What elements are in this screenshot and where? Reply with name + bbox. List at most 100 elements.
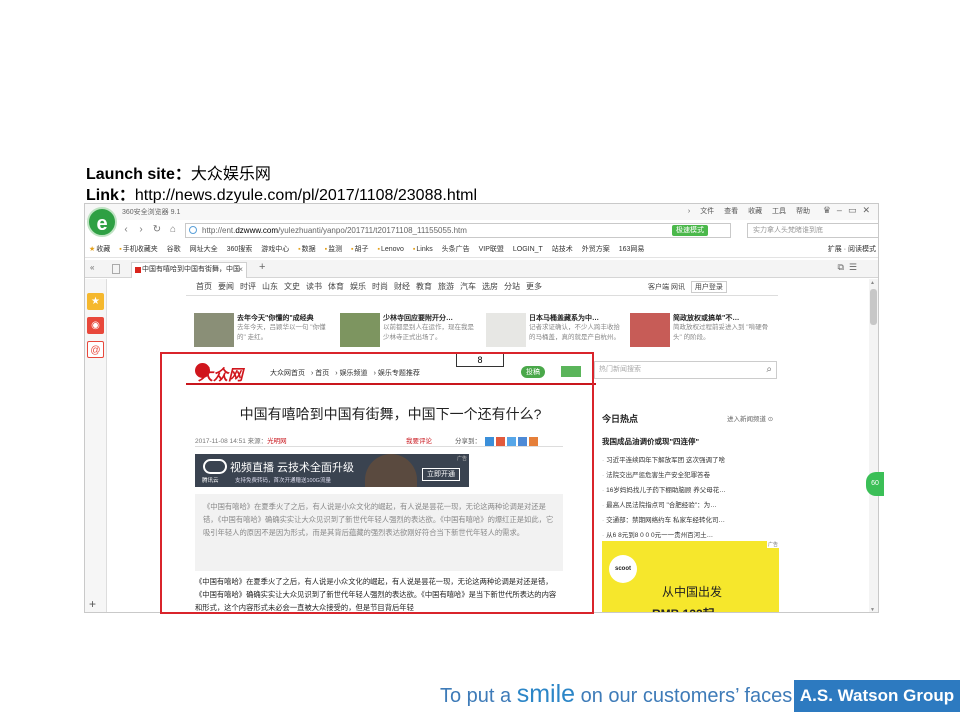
- feedback-float-icon[interactable]: 60: [866, 472, 884, 496]
- folder-icon: ▪: [351, 246, 354, 253]
- tab-menu-icon[interactable]: ☰: [849, 262, 862, 272]
- tab-label: 中国有嘻哈到中国有街舞，中国: [142, 266, 240, 273]
- site-nav-item[interactable]: 财经: [394, 282, 410, 291]
- slogan-smile: smile: [516, 680, 576, 708]
- address-bar[interactable]: http://ent.dzwww.com/yulezhuanti/yanpo/2…: [185, 223, 731, 238]
- menu-favorites[interactable]: 收藏: [748, 208, 762, 215]
- bookmark-vip[interactable]: VIP联盟: [479, 242, 504, 258]
- site-nav-item[interactable]: 山东: [262, 282, 278, 291]
- maximize-icon[interactable]: ▭: [848, 205, 863, 215]
- vertical-scrollbar[interactable]: ▲ ▼: [869, 279, 878, 612]
- weibo-icon[interactable]: ◉: [87, 317, 104, 334]
- fast-mode-button[interactable]: 极速模式: [672, 225, 708, 236]
- tab-article[interactable]: 中国有嘻哈到中国有街舞，中国 ×: [131, 262, 247, 278]
- new-tab-icon[interactable]: +: [259, 261, 265, 273]
- bookmark-toutiao[interactable]: 头条广告: [442, 242, 470, 258]
- bookmark-360search[interactable]: 360搜索: [227, 242, 253, 258]
- site-nav-item[interactable]: 时评: [240, 282, 256, 291]
- sidebar-add-icon[interactable]: +: [89, 597, 96, 611]
- user-login-button[interactable]: 用户登录: [690, 281, 727, 293]
- scroll-down-icon[interactable]: ▼: [870, 607, 875, 612]
- site-nav-item[interactable]: 文史: [284, 282, 300, 291]
- bookmark-huzi[interactable]: ▪胡子: [351, 242, 368, 258]
- email-icon[interactable]: @: [87, 341, 104, 358]
- bookmark-links[interactable]: ▪Links: [413, 242, 433, 258]
- client-link[interactable]: 客户端: [648, 284, 669, 291]
- bookmark-mobile[interactable]: ▪手机收藏夹: [119, 242, 157, 258]
- site-nav-item[interactable]: 汽车: [460, 282, 476, 291]
- site-nav-item[interactable]: 时尚: [372, 282, 388, 291]
- site-nav-item[interactable]: 选房: [482, 282, 498, 291]
- network-link[interactable]: 网讯: [671, 284, 685, 291]
- bookmark-games[interactable]: 游戏中心: [261, 242, 289, 258]
- folder-icon: ▪: [412, 246, 416, 253]
- site-nav-item[interactable]: 娱乐: [350, 282, 366, 291]
- hot-news-item[interactable]: 最高人民法院指点司 "合肥经验"：为…: [602, 498, 772, 513]
- title-bar: 360安全浏览器 9.1 › 文件 查看 收藏 工具 帮助 ♛–▭✕: [85, 204, 878, 220]
- menu-file[interactable]: 文件: [700, 208, 714, 215]
- site-nav-item[interactable]: 分站: [504, 282, 520, 291]
- refresh-icon[interactable]: ↻: [150, 223, 164, 237]
- scroll-up-icon[interactable]: ▲: [870, 280, 875, 286]
- home-icon[interactable]: ⌂: [166, 223, 180, 237]
- site-nav-item[interactable]: 体育: [328, 282, 344, 291]
- folder-icon: ▪: [119, 246, 122, 253]
- ad-headline: 从中国出发: [662, 585, 723, 599]
- navigation-row: ‹ › ↻ ⌂ http://ent.dzwww.com/yulezhuanti…: [119, 222, 878, 240]
- bookmark-tech[interactable]: 站技术: [552, 242, 573, 258]
- favorites-star-icon[interactable]: ★: [87, 293, 104, 310]
- promo-item[interactable]: 简政放权或搞单"不… 简政放权过程前妥进入到 "啃硬骨头" 的阶段。: [630, 313, 770, 349]
- search-icon[interactable]: ⌕: [766, 362, 772, 378]
- bookmark-lenovo[interactable]: ▪Lenovo: [377, 242, 403, 258]
- bookmark-favorites[interactable]: ★收藏: [89, 242, 110, 258]
- menu-view[interactable]: 查看: [724, 208, 738, 215]
- hot-news-lead[interactable]: 我国成品油调价或现"四连停": [602, 436, 699, 447]
- news-channel-link[interactable]: 进入新闻频道 ⊙: [727, 413, 773, 423]
- promo-item[interactable]: 去年今天"你懂的"成经典 去年今天，吕颖华以一句 "你懂的" 走红。: [194, 313, 334, 349]
- site-nav-item[interactable]: 旅游: [438, 282, 454, 291]
- site-nav-item[interactable]: 要闻: [218, 282, 234, 291]
- hot-news-item[interactable]: 法院交出严惩危害生产安全犯罪答卷: [602, 468, 772, 483]
- promo-item[interactable]: 少林寺回应要附开分… 以前都是别人在运作，现在我是少林寺正式出场了。: [340, 313, 480, 349]
- site-nav-item[interactable]: 首页: [196, 282, 212, 291]
- bookmark-hao[interactable]: 网址大全: [190, 242, 218, 258]
- restore-tab-icon[interactable]: ⧉: [837, 262, 848, 272]
- promo-item[interactable]: 日本马桶盖藏系为中… 记者求证确认，不少人跨丰收拾的马桶盖，真的就是产自杭州。: [486, 313, 626, 349]
- close-icon[interactable]: ✕: [862, 205, 876, 215]
- hot-news-item[interactable]: 16岁妈妈找儿子药下棚助脑顾 养父母花…: [602, 483, 772, 498]
- forward-icon[interactable]: ›: [134, 223, 148, 237]
- skin-icon[interactable]: ♛: [823, 205, 837, 215]
- promo-desc: 去年今天，吕颖华以一句 "你懂的" 走红。: [237, 324, 326, 341]
- scroll-thumb[interactable]: [870, 289, 877, 325]
- tab-scroll-icon[interactable]: «: [90, 263, 94, 272]
- bookmark-monitor[interactable]: ▪监测: [325, 242, 342, 258]
- bookmark-data[interactable]: ▪数据: [298, 242, 315, 258]
- reading-mode-button[interactable]: 阅读模式: [848, 246, 876, 253]
- hot-news-item[interactable]: 习近平连续四年下解放军团 这次强调了啥: [602, 453, 772, 468]
- menu-tools[interactable]: 工具: [772, 208, 786, 215]
- site-info-icon[interactable]: [189, 226, 197, 234]
- minimize-icon[interactable]: –: [837, 205, 848, 215]
- brand-logo: A.S. Watson Group: [794, 680, 960, 712]
- browser-search-input[interactable]: 实力拿人头梵睹谁到底⌕: [747, 223, 878, 238]
- address-prefix: http://ent.: [202, 226, 236, 235]
- extensions-button[interactable]: 扩展: [828, 246, 842, 253]
- site-nav-item[interactable]: 读书: [306, 282, 322, 291]
- site-nav-item[interactable]: 更多: [526, 282, 542, 291]
- site-search-input[interactable]: 热门新闻搜索 ⌕: [594, 361, 777, 379]
- tab-close-icon[interactable]: ×: [238, 263, 243, 277]
- bookmarks-bar: ★收藏 ▪手机收藏夹 谷歌 网址大全 360搜索 游戏中心 ▪数据 ▪监测 ▪胡…: [85, 242, 878, 258]
- scoot-ad[interactable]: scoot 从中国出发 RMB 132起 广告: [602, 541, 779, 612]
- back-icon[interactable]: ‹: [119, 223, 133, 237]
- bookmark-163[interactable]: 163网易: [619, 242, 645, 258]
- bookmark-google[interactable]: 谷歌: [167, 242, 181, 258]
- menu-help[interactable]: 帮助: [796, 208, 810, 215]
- site-nav: 首页 要闻 时评 山东 文史 读书 体育 娱乐 时尚 财经 教育 旅游 汽车 选房 分站 更多: [196, 281, 548, 292]
- browser-logo-icon: e: [87, 207, 117, 237]
- bookmark-login[interactable]: LOGIN_T: [513, 242, 543, 258]
- site-nav-item[interactable]: 教育: [416, 282, 432, 291]
- hot-news-item[interactable]: 交通部：禁期网络约车 私家车经转化司…: [602, 513, 772, 528]
- bookmark-trade[interactable]: 外贸方案: [582, 242, 610, 258]
- folder-icon: ▪: [298, 246, 301, 253]
- menu-expand-icon[interactable]: ›: [688, 208, 690, 215]
